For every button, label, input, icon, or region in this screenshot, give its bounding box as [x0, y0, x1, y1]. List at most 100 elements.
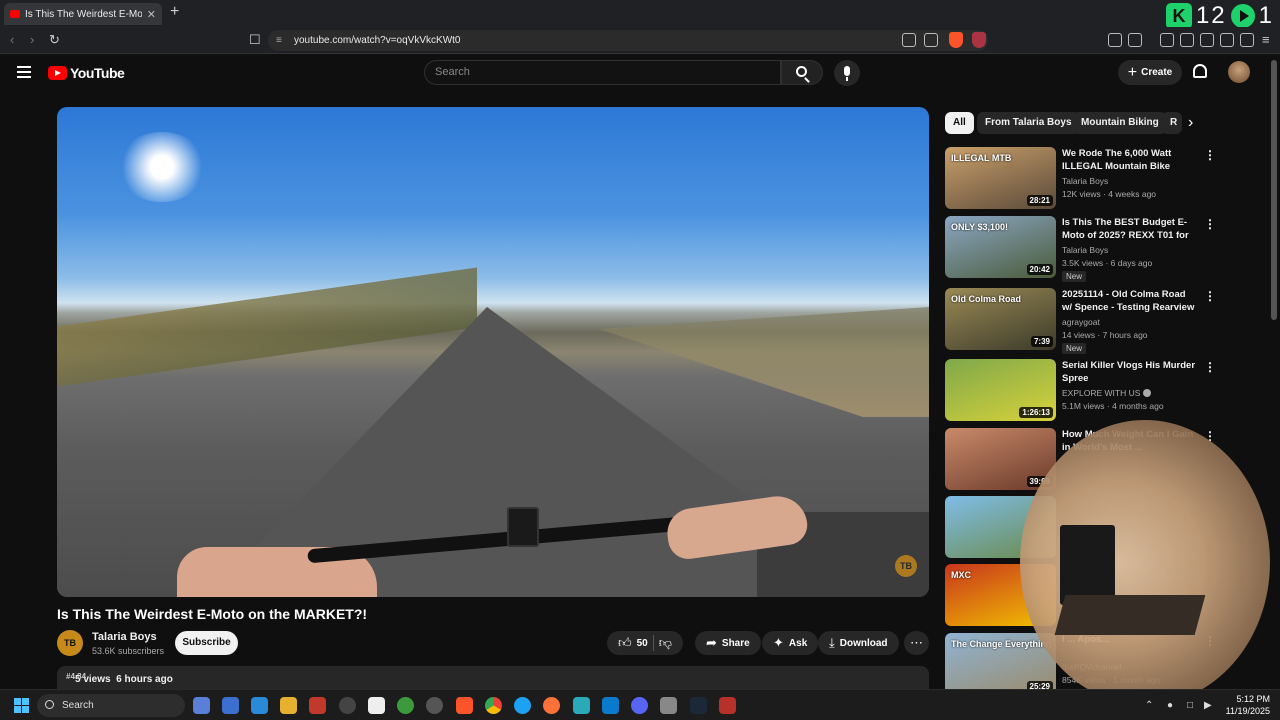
recommendation-thumbnail[interactable]: ONLY $3,100! 20:42	[945, 216, 1056, 278]
more-vertical-icon[interactable]: ⋮	[1204, 361, 1216, 373]
share-page-icon[interactable]	[924, 33, 938, 47]
chip-truncated[interactable]: R	[1162, 112, 1182, 134]
vpn-icon[interactable]	[1240, 33, 1254, 47]
create-button[interactable]: + Create	[1118, 60, 1182, 85]
forward-icon[interactable]: ›	[30, 32, 34, 47]
more-actions-button[interactable]: ⋯	[904, 631, 929, 655]
channel-avatar[interactable]: TB	[57, 630, 83, 656]
like-count[interactable]: 50	[637, 638, 648, 649]
bookmark-icon[interactable]: ☐	[249, 32, 261, 48]
app-icon-2[interactable]	[251, 697, 268, 714]
cast-icon[interactable]	[902, 33, 916, 47]
chrome-icon[interactable]	[485, 697, 502, 714]
taskbar-search[interactable]: Search	[37, 694, 185, 717]
recommendation-meta-text: 7 hours ago	[1102, 330, 1148, 340]
voice-search-mic-icon[interactable]	[834, 60, 860, 86]
tray-clock[interactable]: 5:12 PM 11/19/2025	[1226, 693, 1270, 717]
account-avatar[interactable]	[1228, 61, 1250, 83]
recommendation-card[interactable]: 1:26:13 Serial Killer Vlogs His Murder Sp…	[945, 359, 1225, 421]
new-tab-button[interactable]: +	[170, 3, 179, 21]
more-vertical-icon[interactable]: ⋮	[1204, 290, 1216, 302]
recommendation-thumbnail[interactable]: ILLEGAL MTB 28:21	[945, 147, 1056, 209]
thumbs-up-icon[interactable]: 👍︎	[618, 635, 632, 651]
subscribe-button[interactable]: Subscribe	[175, 631, 238, 655]
recommendation-title[interactable]: Serial Killer Vlogs His Murder Spree	[1062, 360, 1197, 385]
create-label: Create	[1141, 67, 1173, 78]
more-vertical-icon[interactable]: ⋮	[1204, 218, 1216, 230]
recommendation-channel[interactable]: Talaria Boys	[1062, 245, 1108, 255]
wallet-icon[interactable]	[1200, 33, 1214, 47]
app-icon-7[interactable]	[426, 697, 443, 714]
tab-close-icon[interactable]: ✕	[147, 8, 156, 21]
recommendation-thumbnail[interactable]: 39:09	[945, 428, 1056, 490]
recommendation-title[interactable]: We Rode The 6,000 Watt ILLEGAL Mountain …	[1062, 148, 1197, 173]
extensions-icon[interactable]	[1108, 33, 1122, 47]
browser-menu-icon[interactable]: ≡	[1262, 32, 1270, 47]
app-icon-9[interactable]	[660, 697, 677, 714]
tray-chevron-up-icon[interactable]: ⌃	[1145, 700, 1153, 711]
thumbs-down-icon[interactable]: 👎︎	[659, 635, 672, 651]
recommendation-card[interactable]: ILLEGAL MTB 28:21 We Rode The 6,000 Watt I…	[945, 147, 1225, 209]
video-player[interactable]: TB	[57, 107, 929, 597]
sidebar-icon[interactable]	[1180, 33, 1194, 47]
file-explorer-icon[interactable]	[280, 697, 297, 714]
logo-text: YouTube	[70, 65, 125, 81]
recommendation-channel[interactable]: agraygoat	[1062, 317, 1100, 327]
chip-all[interactable]: All	[945, 112, 974, 134]
chevron-right-icon[interactable]: ›	[1188, 114, 1193, 132]
hamburger-menu-icon[interactable]	[17, 66, 31, 78]
screenshot-icon[interactable]	[1128, 33, 1142, 47]
recommendation-thumbnail[interactable]: 1:26:13	[945, 359, 1056, 421]
recommendation-channel[interactable]: Talaria Boys	[1062, 176, 1108, 186]
more-vertical-icon[interactable]: ⋮	[1204, 149, 1216, 161]
address-bar[interactable]: ≡ youtube.com/watch?v=oqVkVkcKWt0	[268, 30, 988, 51]
app-icon-4[interactable]	[339, 697, 356, 714]
media-icon[interactable]	[1160, 33, 1174, 47]
recommendation-thumbnail[interactable]: Old Colma Road 7:39	[945, 288, 1056, 350]
edge-icon[interactable]	[514, 697, 531, 714]
app-icon-6[interactable]	[397, 697, 414, 714]
recommendation-thumbnail[interactable]: The Change Everything 25:29	[945, 633, 1056, 695]
brave-shields-icon[interactable]	[949, 32, 963, 48]
browser-tab[interactable]: Is This The Weirdest E-Moto on ✕	[4, 3, 162, 25]
firefox-icon[interactable]	[543, 697, 560, 714]
tray-network-icon[interactable]: □	[1187, 700, 1193, 711]
brave-taskbar-icon[interactable]	[456, 697, 473, 714]
vscode-icon[interactable]	[602, 697, 619, 714]
app-icon-8[interactable]	[573, 697, 590, 714]
steam-icon[interactable]	[690, 697, 707, 714]
channel-name[interactable]: Talaria Boys	[92, 631, 157, 643]
page-scrollbar[interactable]	[1271, 60, 1277, 320]
app-icon-3[interactable]	[309, 697, 326, 714]
recommendation-title[interactable]: Is This The BEST Budget E-Moto of 2025? …	[1062, 217, 1197, 243]
share-button[interactable]: ➦ Share	[695, 631, 761, 655]
windows-start-icon[interactable]	[14, 698, 29, 713]
youtube-logo[interactable]: YouTube	[48, 65, 125, 81]
search-input[interactable]: Search	[424, 60, 781, 85]
chip-from-talaria-boys[interactable]: From Talaria Boys	[977, 112, 1080, 134]
tray-volume-icon[interactable]: ▶	[1204, 700, 1212, 711]
channel-watermark[interactable]: TB	[895, 555, 917, 577]
search-button[interactable]	[781, 60, 823, 85]
task-view-icon[interactable]	[193, 697, 210, 714]
app-icon-5[interactable]	[368, 697, 385, 714]
leo-ai-icon[interactable]	[1220, 33, 1234, 47]
download-button[interactable]: ⤓ Download	[818, 631, 899, 655]
app-icon-1[interactable]	[222, 697, 239, 714]
recommendation-channel[interactable]: EXPLORE WITH US	[1062, 388, 1152, 398]
reload-icon[interactable]: ↻	[49, 32, 60, 48]
tray-mic-icon[interactable]: ●	[1167, 700, 1173, 711]
recommendation-meta-text: 12K views · 4 weeks ago	[1062, 189, 1157, 199]
site-info-icon[interactable]: ≡	[276, 30, 282, 51]
recommendation-title[interactable]: 20251114 - Old Colma Road w/ Spence - Te…	[1062, 289, 1197, 315]
back-icon[interactable]: ‹	[10, 32, 14, 47]
discord-icon[interactable]	[631, 697, 648, 714]
ask-button[interactable]: ✦ Ask	[762, 631, 819, 655]
recommendation-card[interactable]: ONLY $3,100! 20:42 Is This The BEST Budget…	[945, 216, 1225, 282]
brave-rewards-icon[interactable]	[972, 32, 986, 48]
notifications-bell-icon[interactable]	[1193, 64, 1207, 78]
recommendation-card[interactable]: Old Colma Road 7:39 20251114 - Old Colma R…	[945, 288, 1225, 354]
chip-mountain-biking[interactable]: Mountain Biking	[1073, 112, 1167, 134]
tab-title: Is This The Weirdest E-Moto on	[25, 8, 142, 20]
app-icon-10[interactable]	[719, 697, 736, 714]
